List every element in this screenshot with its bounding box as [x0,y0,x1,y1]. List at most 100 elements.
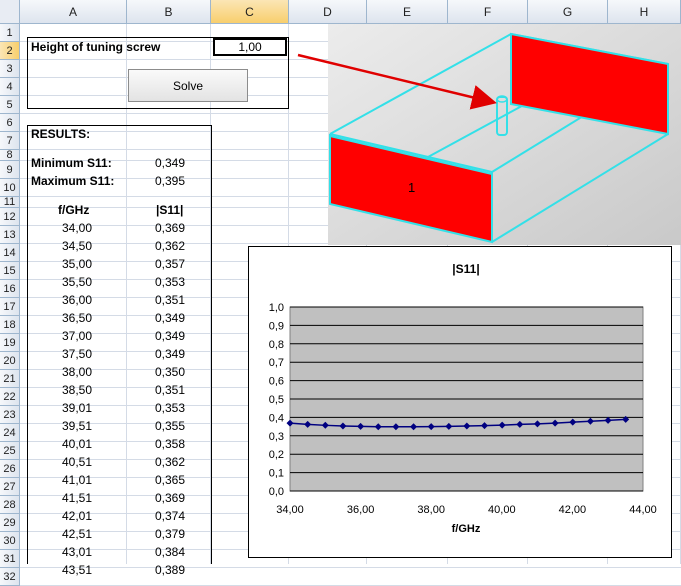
s11-column-header: |S11| [156,203,184,217]
s11-cell: 0,362 [155,239,186,253]
freq-cell: 40,51 [62,455,93,469]
s11-cell: 0,351 [155,383,186,397]
column-header-a[interactable]: A [20,0,127,24]
column-header-f[interactable]: F [448,0,528,24]
y-tick-label: 0,2 [269,449,284,461]
row-header-16[interactable]: 16 [0,280,20,298]
s11-cell: 0,350 [155,365,186,379]
y-tick-label: 0,7 [269,357,284,369]
row-header-22[interactable]: 22 [0,388,20,406]
row-header-1[interactable]: 1 [0,24,20,42]
s11-cell: 0,379 [155,527,186,541]
row-header-2[interactable]: 2 [0,42,20,60]
freq-cell: 42,01 [62,509,93,523]
max-s11-value: 0,395 [155,174,186,188]
x-tick-label: 38,00 [417,504,445,516]
row-header-31[interactable]: 31 [0,550,20,568]
y-tick-label: 0,9 [269,320,284,332]
freq-cell: 36,50 [62,311,93,325]
column-gridline [126,24,127,564]
row-header-13[interactable]: 13 [0,226,20,244]
freq-cell: 37,50 [62,347,93,361]
freq-cell: 35,00 [62,257,93,271]
freq-cell: 39,01 [62,401,93,415]
y-tick-label: 0,5 [269,394,284,406]
column-header-b[interactable]: B [127,0,211,24]
s11-cell: 0,369 [155,491,186,505]
select-all-corner[interactable] [0,0,20,24]
y-tick-label: 0,1 [269,468,284,480]
row-header-21[interactable]: 21 [0,370,20,388]
row-header-8[interactable]: 8 [0,149,20,161]
s11-chart[interactable]: |S11| 0,0 0,1 0,2 0,3 0,4 0,5 0,6 0,7 0,8 0,9 1,0 … [248,246,672,558]
s11-cell: 0,357 [155,257,186,271]
s11-cell: 0,349 [155,311,186,325]
row-header-15[interactable]: 15 [0,262,20,280]
freq-cell: 34,50 [62,239,93,253]
row-header-3[interactable]: 3 [0,60,20,78]
s11-cell: 0,349 [155,329,186,343]
x-axis-label: f/GHz [452,523,481,535]
input-box-border [27,37,28,109]
x-tick-label: 40,00 [488,504,516,516]
row-gridline [20,567,681,568]
row-header-5[interactable]: 5 [0,96,20,114]
row-header-30[interactable]: 30 [0,532,20,550]
row-header-4[interactable]: 4 [0,78,20,96]
row-header-18[interactable]: 18 [0,316,20,334]
row-header-20[interactable]: 20 [0,352,20,370]
s11-cell: 0,362 [155,455,186,469]
row-header-26[interactable]: 26 [0,460,20,478]
row-header-11[interactable]: 11 [0,196,20,208]
row-header-29[interactable]: 29 [0,514,20,532]
s11-cell: 0,365 [155,473,186,487]
row-header-24[interactable]: 24 [0,424,20,442]
s11-cell: 0,374 [155,509,186,523]
row-header-7[interactable]: 7 [0,132,20,150]
row-header-9[interactable]: 9 [0,161,20,179]
input-box-border [27,108,289,109]
freq-cell: 41,01 [62,473,93,487]
freq-cell: 40,01 [62,437,93,451]
column-header-e[interactable]: E [367,0,448,24]
row-header-28[interactable]: 28 [0,496,20,514]
column-header-g[interactable]: G [528,0,608,24]
row-header-6[interactable]: 6 [0,114,20,132]
freq-cell: 37,00 [62,329,93,343]
x-tick-label: 36,00 [347,504,375,516]
row-header-23[interactable]: 23 [0,406,20,424]
y-tick-label: 0,0 [269,486,284,498]
x-tick-label: 42,00 [559,504,587,516]
row-header-17[interactable]: 17 [0,298,20,316]
row-header-25[interactable]: 25 [0,442,20,460]
freq-cell: 43,01 [62,545,93,559]
chart-title: |S11| [452,262,479,276]
port-number-label: 1 [408,180,415,195]
solve-button[interactable]: Solve [128,69,248,102]
max-s11-label: Maximum S11: [31,174,115,188]
y-tick-label: 0,8 [269,339,284,351]
s11-cell: 0,355 [155,419,186,433]
s11-cell: 0,358 [155,437,186,451]
min-s11-label: Minimum S11: [31,156,112,170]
tuning-screw-input[interactable]: 1,00 [213,38,287,56]
s11-cell: 0,353 [155,401,186,415]
freq-column-header: f/GHz [58,203,90,217]
row-header-14[interactable]: 14 [0,244,20,262]
row-header-12[interactable]: 12 [0,208,20,226]
s11-cell: 0,384 [155,545,186,559]
s11-chart-svg: |S11| 0,00,10,20,30,40,50,60,70,80,91,0 … [269,262,657,535]
row-header-32[interactable]: 32 [0,568,20,586]
column-header-h[interactable]: H [608,0,681,24]
freq-cell: 36,00 [62,293,93,307]
column-header-c[interactable]: C [211,0,289,24]
row-header-27[interactable]: 27 [0,478,20,496]
freq-cell: 34,00 [62,221,93,235]
results-box-border [211,125,212,564]
freq-cell: 38,00 [62,365,93,379]
row-header-19[interactable]: 19 [0,334,20,352]
s11-cell: 0,351 [155,293,186,307]
s11-cell: 0,369 [155,221,186,235]
column-header-d[interactable]: D [289,0,367,24]
row-header-10[interactable]: 10 [0,179,20,197]
